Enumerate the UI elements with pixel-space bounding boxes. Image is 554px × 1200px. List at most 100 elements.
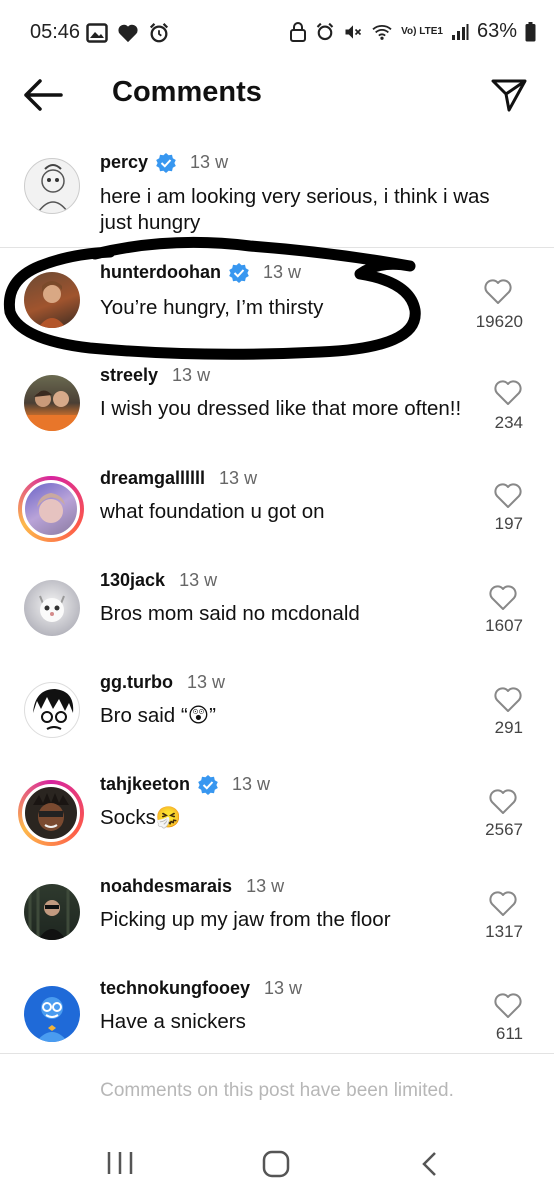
comment-header: gg.turbo 13 w xyxy=(100,672,225,693)
like-button[interactable] xyxy=(493,482,523,510)
heart-icon xyxy=(484,279,512,304)
like-button[interactable] xyxy=(493,686,523,714)
comment-time: 13 w xyxy=(186,672,226,692)
comment-time: 13 w xyxy=(264,978,303,998)
comment-time: 13 w xyxy=(179,570,218,590)
heart-icon xyxy=(494,687,522,712)
avatar[interactable] xyxy=(24,375,80,431)
comment-item: dreamgallllll 13 w what foundation u got… xyxy=(0,468,554,563)
network-icon: Vo) LTE1 xyxy=(401,25,443,37)
comment-item: tahjkeeton 13 w Socks🤧 2567 xyxy=(0,774,554,869)
battery-percent: 63% xyxy=(476,20,517,42)
comment-time: 13 w xyxy=(246,876,285,896)
comments-header: Comments xyxy=(0,64,554,128)
like-button[interactable] xyxy=(483,278,513,306)
avatar xyxy=(22,480,80,538)
avatar[interactable] xyxy=(24,158,80,214)
verified-badge-icon xyxy=(156,152,176,173)
nav-back-button[interactable] xyxy=(420,1150,440,1183)
page-title: Comments xyxy=(112,76,262,108)
gallery-icon xyxy=(86,23,108,43)
comment-header: hunterdoohan 13 w xyxy=(100,262,301,283)
like-count: 1317 xyxy=(485,922,523,941)
like-count: 611 xyxy=(495,1024,523,1043)
comment-text: I wish you dressed like that more often!… xyxy=(100,397,462,420)
mute-icon xyxy=(343,22,363,42)
signal-icon xyxy=(451,23,469,41)
alarm-status-icon xyxy=(315,22,335,42)
comment-text: Bro said “😲” xyxy=(100,704,216,727)
comment-username[interactable]: noahdesmarais xyxy=(100,876,232,897)
comment-username[interactable]: streely xyxy=(100,365,158,386)
back-arrow-icon xyxy=(24,79,63,111)
like-count: 2567 xyxy=(485,820,523,839)
comment-item: percy 13 w here i am looking very seriou… xyxy=(0,150,554,247)
comment-item: streely 13 w I wish you dressed like tha… xyxy=(0,365,554,460)
verified-badge-icon xyxy=(229,262,249,283)
like-button[interactable] xyxy=(488,584,518,612)
heart-icon xyxy=(494,483,522,508)
back-button[interactable] xyxy=(22,78,64,112)
comments-limited-notice: Comments on this post have been limited. xyxy=(100,1080,454,1101)
avatar[interactable] xyxy=(24,580,80,636)
like-button[interactable] xyxy=(493,992,523,1020)
divider xyxy=(0,247,554,248)
like-button[interactable] xyxy=(488,788,518,816)
avatar[interactable] xyxy=(24,272,80,328)
heart-icon xyxy=(489,789,517,814)
wifi-icon xyxy=(371,23,393,41)
comment-username[interactable]: 130jack xyxy=(100,570,165,591)
recent-apps-icon xyxy=(107,1152,133,1174)
comment-item: hunterdoohan 13 w You’re hungry, I’m thi… xyxy=(0,262,554,352)
comment-username[interactable]: dreamgallllll xyxy=(100,468,205,489)
comment-text: Bros mom said no mcdonald xyxy=(100,602,360,625)
status-right-icons: Vo) LTE1 63% xyxy=(289,20,536,43)
comment-item: technokungfooey 13 w Have a snickers 611 xyxy=(0,978,554,1053)
send-icon xyxy=(491,79,527,112)
comment-header: streely 13 w xyxy=(100,365,210,386)
comment-text: You’re hungry, I’m thirsty xyxy=(100,296,324,319)
divider xyxy=(0,1053,554,1054)
comment-header: dreamgallllll 13 w xyxy=(100,468,257,489)
comment-header: technokungfooey 13 w xyxy=(100,978,302,999)
comment-text: Socks🤧 xyxy=(100,806,182,829)
lock-icon xyxy=(289,21,307,42)
comment-username[interactable]: gg.turbo xyxy=(100,672,173,693)
heart-status-icon xyxy=(117,23,139,43)
comment-text: here i am looking very serious, i think … xyxy=(100,185,490,234)
avatar[interactable] xyxy=(24,682,80,738)
comment-time: 13 w xyxy=(190,152,229,172)
comment-username[interactable]: technokungfooey xyxy=(100,978,250,999)
recent-apps-button[interactable] xyxy=(106,1150,134,1181)
like-count: 1607 xyxy=(485,616,523,635)
comment-username[interactable]: hunterdoohan xyxy=(100,262,221,283)
comment-time: 13 w xyxy=(262,262,302,282)
status-bar: 05:46 Vo) LTE1 63% xyxy=(0,0,554,64)
home-button[interactable] xyxy=(262,1150,290,1183)
comment-time: 13 w xyxy=(232,774,271,794)
avatar-with-story[interactable] xyxy=(18,476,84,542)
like-button[interactable] xyxy=(488,890,518,918)
share-button[interactable] xyxy=(490,76,528,114)
heart-icon xyxy=(494,993,522,1018)
avatar[interactable] xyxy=(24,884,80,940)
like-button[interactable] xyxy=(493,379,523,407)
comment-item: noahdesmarais 13 w Picking up my jaw fro… xyxy=(0,876,554,971)
comment-header: noahdesmarais 13 w xyxy=(100,876,284,897)
comment-username[interactable]: percy xyxy=(100,152,148,173)
like-count: 197 xyxy=(494,514,523,533)
like-count: 291 xyxy=(494,718,523,737)
avatar-with-story[interactable] xyxy=(18,780,84,846)
comment-header: percy 13 w xyxy=(100,152,228,173)
heart-icon xyxy=(494,380,522,405)
comment-text: Picking up my jaw from the floor xyxy=(100,908,391,931)
alarm-icon xyxy=(148,22,170,44)
comment-text: Have a snickers xyxy=(100,1010,246,1033)
comment-username[interactable]: tahjkeeton xyxy=(100,774,190,795)
avatar[interactable] xyxy=(24,986,80,1042)
comment-item: 130jack 13 w Bros mom said no mcdonald 1… xyxy=(0,570,554,665)
comment-text: what foundation u got on xyxy=(100,500,325,523)
system-nav-bar xyxy=(0,1130,554,1200)
comment-item: gg.turbo 13 w Bro said “😲” 291 xyxy=(0,672,554,767)
heart-icon xyxy=(489,891,517,916)
